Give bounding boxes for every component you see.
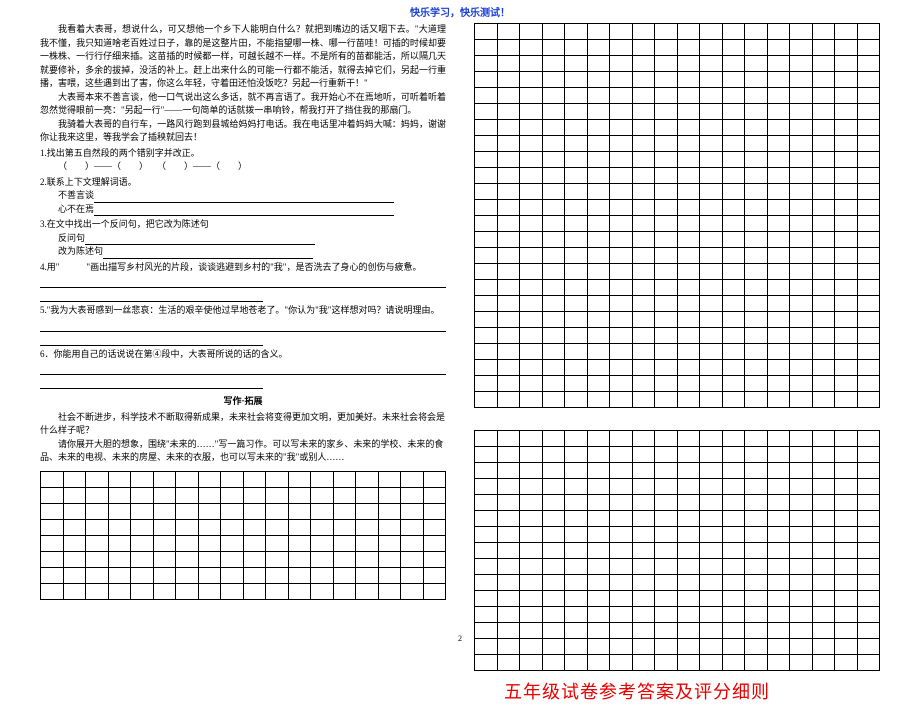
q2-word1: 不善言谈 [40, 189, 446, 203]
q1-blanks: （ ）――（ ） （ ）――（ ） [40, 160, 446, 174]
answer-line [40, 289, 263, 302]
question-5: 5."我为大表哥感到一丝悲哀：生活的艰辛使他过早地苍老了。"你认为"我"这样想对… [40, 304, 446, 346]
writing-grid-right-top [474, 23, 880, 408]
q4-text: 4.用" "画出描写乡村风光的片段，谈谈逃避到乡村的"我"，是否洗去了身心的创伤… [40, 261, 446, 275]
passage-p2: 大表哥本来不善言谈，他一口气说出这么多话，就不再言语了。我开始心不在焉地听，可听… [40, 91, 446, 118]
q2-text: 2.联系上下文理解词语。 [40, 176, 446, 190]
q2-word2: 心不在焉 [40, 203, 446, 217]
writing-p1: 社会不断进步，科学技术不断取得新成果，未来社会将变得更加文明，更加美好。未来社会… [40, 411, 446, 438]
writing-grid-right-bottom [474, 430, 880, 671]
answer-line [40, 319, 446, 332]
writing-grid-left [40, 471, 446, 600]
answer-line [40, 362, 446, 375]
writing-section-title: 写作·拓展 [40, 395, 446, 409]
passage-p1: 我看着大表哥，想说什么，可又想他一个乡下人能明白什么？就把到嘴边的话又咽下去。"… [40, 23, 446, 91]
question-6: 6．你能用自己的话说说在第④段中，大表哥所说的话的含义。 [40, 348, 446, 390]
question-4: 4.用" "画出描写乡村风光的片段，谈谈逃避到乡村的"我"，是否洗去了身心的创伤… [40, 261, 446, 303]
answer-key-title: 五年级试卷参考答案及评分细则 [474, 679, 880, 706]
writing-p2: 请你展开大胆的想象，围绕"未来的……"写一篇习作。可以写未来的家乡、未来的学校、… [40, 438, 446, 465]
q6-text: 6．你能用自己的话说说在第④段中，大表哥所说的话的含义。 [40, 348, 446, 362]
answer-line [40, 376, 263, 389]
q3-text: 3.在文中找出一个反问句，把它改为陈述句 [40, 218, 446, 232]
passage-p3: 我骑着大表哥的自行车，一路风行跑到县城给妈妈打电话。我在电话里冲着妈妈大喊：妈妈… [40, 118, 446, 145]
reading-passage: 我看着大表哥，想说什么，可又想他一个乡下人能明白什么？就把到嘴边的话又咽下去。"… [40, 23, 446, 145]
answer-line [40, 275, 446, 288]
q1-text: 1.找出第五自然段的两个错别字并改正。 [40, 147, 446, 161]
question-1: 1.找出第五自然段的两个错别字并改正。 （ ）――（ ） （ ）――（ ） [40, 147, 446, 174]
q3-line1: 反问句 [40, 232, 446, 246]
answer-line [40, 333, 263, 346]
question-2: 2.联系上下文理解词语。 不善言谈 心不在焉 [40, 176, 446, 217]
page-header: 快乐学习，快乐测试！ [0, 0, 920, 23]
question-3: 3.在文中找出一个反问句，把它改为陈述句 反问句 改为陈述句 [40, 218, 446, 259]
page-number: 2 [458, 633, 462, 645]
q5-text: 5."我为大表哥感到一丝悲哀：生活的艰辛使他过早地苍老了。"你认为"我"这样想对… [40, 304, 446, 318]
q3-line2: 改为陈述句 [40, 245, 446, 259]
right-column: 五年级试卷参考答案及评分细则 [474, 23, 880, 706]
left-column: 我看着大表哥，想说什么，可又想他一个乡下人能明白什么？就把到嘴边的话又咽下去。"… [40, 23, 446, 706]
